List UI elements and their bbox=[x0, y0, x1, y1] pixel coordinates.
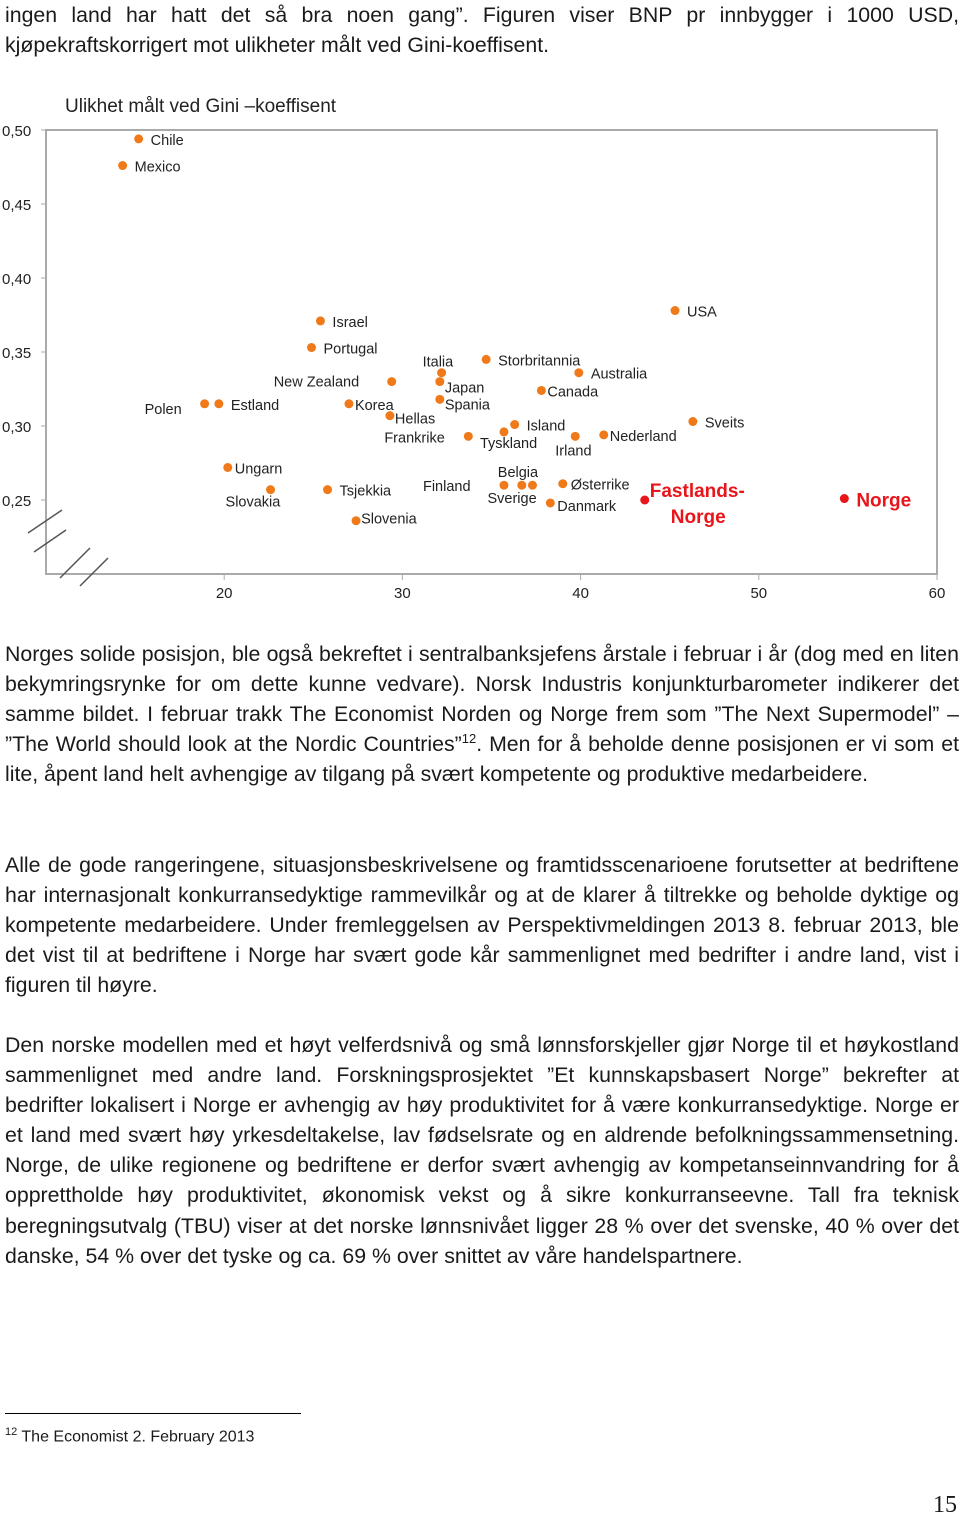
point-label: Storbritannia bbox=[498, 353, 581, 369]
point-label: Danmark bbox=[557, 499, 617, 515]
data-point bbox=[387, 377, 397, 387]
y-tick-label: 0,50 bbox=[2, 123, 31, 140]
point-label: Fastlands- bbox=[650, 481, 745, 502]
axis-break-mark bbox=[79, 557, 109, 587]
data-point bbox=[315, 316, 325, 326]
data-point bbox=[323, 485, 333, 495]
point-label: Chile bbox=[151, 133, 184, 149]
x-tick-label: 50 bbox=[750, 585, 767, 602]
x-tick-label: 60 bbox=[929, 585, 946, 602]
data-point bbox=[536, 385, 546, 395]
data-point bbox=[134, 134, 144, 144]
point-label: Tsjekkia bbox=[340, 484, 393, 500]
data-point bbox=[574, 368, 584, 378]
data-point bbox=[570, 431, 580, 441]
chart-title: Ulikhet målt ved Gini –koeffisent bbox=[65, 96, 337, 117]
plot-frame bbox=[45, 129, 938, 575]
point-label: Mexico bbox=[135, 160, 181, 176]
point-label: New Zealand bbox=[274, 375, 359, 391]
x-tick-label: 40 bbox=[572, 585, 589, 602]
data-point bbox=[307, 343, 317, 353]
data-point bbox=[200, 399, 210, 409]
data-point bbox=[435, 394, 445, 404]
point-label: Island bbox=[527, 419, 566, 435]
point-label: Tyskland bbox=[480, 436, 537, 452]
point-label: Israel bbox=[332, 315, 367, 331]
point-label: Finland bbox=[423, 479, 471, 495]
data-point bbox=[545, 498, 555, 508]
data-point bbox=[214, 399, 224, 409]
x-tick-label: 20 bbox=[216, 585, 233, 602]
data-point bbox=[499, 480, 509, 490]
point-label: Norge bbox=[671, 507, 726, 528]
paragraph-1: Norges solide posisjon, ble også bekreft… bbox=[5, 639, 959, 789]
point-label: Slovakia bbox=[226, 495, 282, 511]
point-label: Italia bbox=[423, 355, 455, 371]
data-point bbox=[517, 480, 527, 490]
y-tick-label: 0,30 bbox=[2, 419, 31, 436]
point-label: Australia bbox=[591, 367, 648, 383]
x-tick-label: 30 bbox=[394, 585, 411, 602]
footnote: 12 The Economist 2. February 2013 bbox=[5, 1426, 254, 1446]
data-point bbox=[344, 399, 354, 409]
gini-scatter-chart: Ulikhet målt ved Gini –koeffisent 0,50 0,4… bbox=[2, 96, 946, 602]
point-label: Japan bbox=[445, 381, 485, 397]
point-label: Slovenia bbox=[361, 512, 418, 528]
axis-break-mark bbox=[33, 529, 67, 553]
point-label: Sverige bbox=[487, 491, 536, 507]
page-number: 15 bbox=[933, 1492, 957, 1518]
data-point bbox=[558, 479, 568, 489]
data-point bbox=[527, 480, 537, 490]
y-tick-label: 0,40 bbox=[2, 271, 31, 288]
data-point bbox=[463, 431, 473, 441]
point-label: Hellas bbox=[395, 412, 435, 428]
paragraph-2: Alle de gode rangeringene, situasjonsbes… bbox=[5, 853, 959, 998]
y-tick-label: 0,45 bbox=[2, 197, 31, 214]
point-label: Polen bbox=[145, 402, 182, 418]
point-label: Canada bbox=[547, 384, 599, 400]
data-point bbox=[688, 417, 698, 427]
y-tick-label: 0,35 bbox=[2, 345, 31, 362]
footnote-ref: 12 bbox=[461, 731, 477, 747]
footnote-divider bbox=[5, 1413, 301, 1414]
data-point bbox=[435, 377, 445, 387]
footnote-number: 12 bbox=[5, 1426, 18, 1438]
point-label: Sveits bbox=[705, 416, 745, 432]
data-point bbox=[385, 411, 395, 421]
data-point bbox=[510, 420, 520, 430]
point-label: USA bbox=[687, 305, 717, 321]
point-label: Estland bbox=[231, 398, 279, 414]
y-tick-label: 0,25 bbox=[2, 493, 31, 510]
point-label: Østerrike bbox=[571, 478, 630, 494]
data-point bbox=[640, 495, 650, 505]
point-label: Portugal bbox=[324, 342, 378, 358]
data-point bbox=[266, 485, 276, 495]
data-point bbox=[670, 306, 680, 316]
data-point bbox=[839, 494, 849, 504]
point-label: Frankrike bbox=[384, 430, 444, 446]
point-label: Nederland bbox=[610, 429, 677, 445]
data-point bbox=[481, 354, 491, 364]
data-point bbox=[351, 516, 361, 526]
data-point bbox=[118, 161, 128, 171]
point-label: Irland bbox=[555, 443, 591, 459]
data-point bbox=[599, 430, 609, 440]
point-label: Belgia bbox=[498, 465, 539, 481]
footnote-text: The Economist 2. February 2013 bbox=[17, 1428, 255, 1446]
point-label: Norge bbox=[856, 491, 911, 512]
paragraph-3: Den norske modellen med et høyt velferds… bbox=[5, 1033, 959, 1268]
point-label: Ungarn bbox=[235, 461, 283, 477]
data-point bbox=[223, 462, 233, 472]
point-label: Spania bbox=[445, 397, 491, 413]
